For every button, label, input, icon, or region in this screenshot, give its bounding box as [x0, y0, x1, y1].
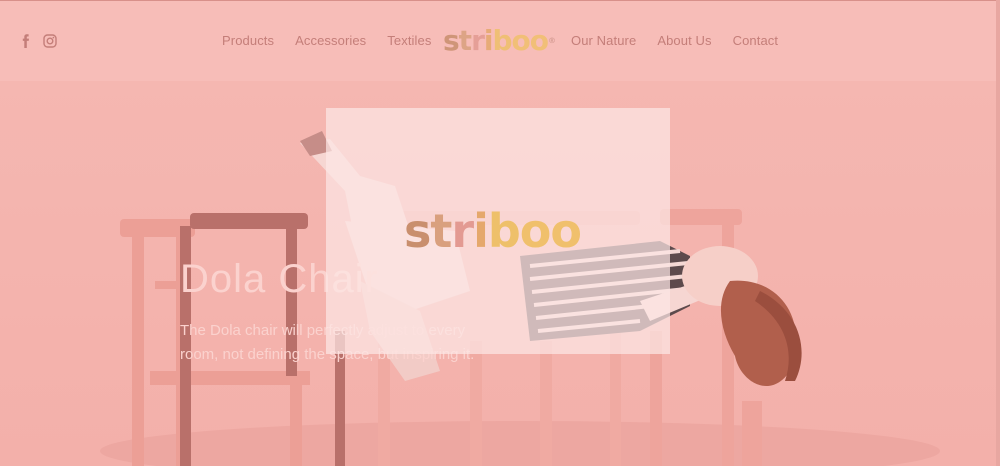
loader-logo: striboo — [404, 204, 582, 258]
site-header: Products Accessories Textiles striboo® O… — [0, 0, 1000, 81]
nav-left: Products Accessories Textiles — [222, 33, 431, 48]
facebook-icon[interactable] — [19, 34, 33, 48]
page: Products Accessories Textiles striboo® O… — [0, 0, 1000, 466]
nav-accessories[interactable]: Accessories — [295, 33, 366, 48]
nav-products[interactable]: Products — [222, 33, 274, 48]
scrollbar[interactable] — [996, 0, 1000, 466]
nav-contact[interactable]: Contact — [733, 33, 779, 48]
site-logo[interactable]: striboo® — [443, 23, 556, 59]
nav-about-us[interactable]: About Us — [657, 33, 711, 48]
nav-right: Our Nature About Us Contact — [571, 33, 778, 48]
loading-overlay: striboo — [326, 108, 670, 354]
nav-our-nature[interactable]: Our Nature — [571, 33, 636, 48]
instagram-icon[interactable] — [43, 34, 57, 48]
social-links — [19, 34, 57, 48]
nav-textiles[interactable]: Textiles — [387, 33, 431, 48]
